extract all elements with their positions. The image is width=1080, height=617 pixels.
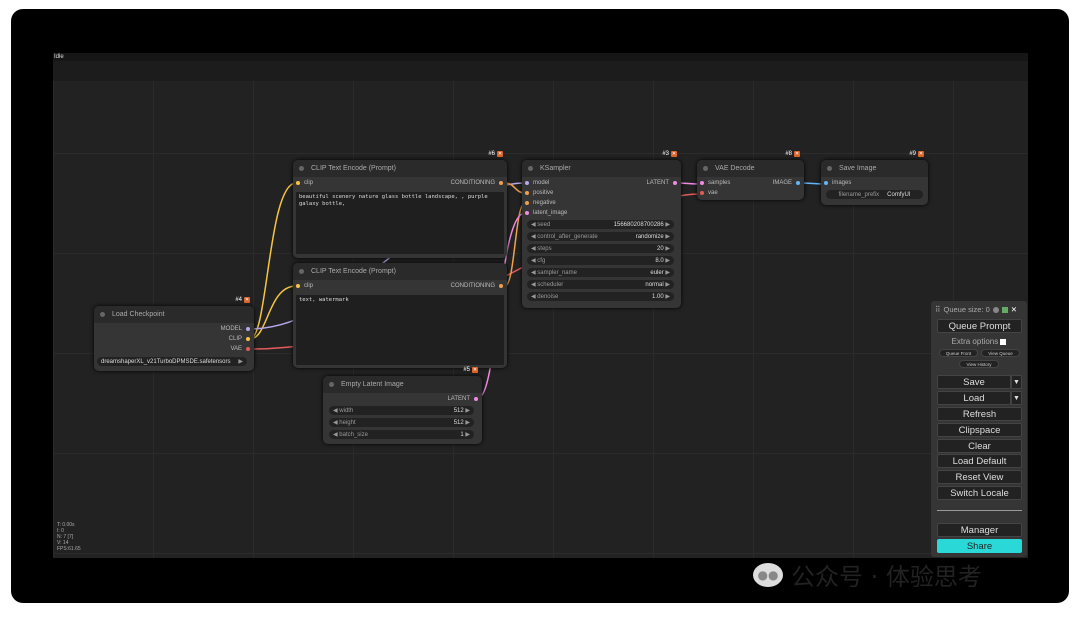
output-vae[interactable]: VAE <box>230 346 250 352</box>
node-id-badge: #8 ✕ <box>785 151 800 157</box>
widget-steps[interactable]: ◀ steps 20 ▶ <box>527 244 674 253</box>
input-positive[interactable]: positive <box>525 190 553 196</box>
node-ksampler[interactable]: #3 ✕ KSampler model positive negative lat… <box>522 151 681 308</box>
render-stats: T: 0.00s I: 0 N: 7 [7] V: 14 FPS:61.65 <box>57 522 81 552</box>
input-images[interactable]: images <box>824 180 851 186</box>
output-conditioning[interactable]: CONDITIONING <box>451 283 503 289</box>
input-clip[interactable]: clip <box>296 180 313 186</box>
extra-options-label: Extra options <box>951 337 999 346</box>
queue-size-label: Queue size: 0 <box>943 305 990 314</box>
node-clip-text-encode-negative[interactable]: CLIP Text Encode (Prompt) clip CONDITION… <box>293 263 507 368</box>
drag-handle-icon[interactable]: ⠿ <box>935 305 941 314</box>
prompt-textarea[interactable]: text, watermark <box>296 295 504 365</box>
watermark-text: 公众号 · 体验思考 <box>791 563 982 591</box>
switch-locale-button[interactable]: Switch Locale <box>937 486 1022 500</box>
share-button[interactable]: Share <box>937 539 1022 553</box>
output-model[interactable]: MODEL <box>221 326 250 332</box>
close-icon[interactable]: ✕ <box>1011 305 1017 314</box>
node-title: CLIP Text Encode (Prompt) <box>293 160 507 177</box>
save-dropdown-arrow[interactable]: ▼ <box>1011 375 1022 389</box>
node-save-image[interactable]: #9 ✕ Save Image images filename_prefix Com… <box>821 151 928 205</box>
refresh-button[interactable]: Refresh <box>937 407 1022 421</box>
image-feed-icon[interactable] <box>1001 306 1008 313</box>
comfy-menu: ⠿ Queue size: 0 ✕ Queue Prompt Extra opt… <box>931 301 1027 557</box>
load-dropdown-arrow[interactable]: ▼ <box>1011 391 1022 405</box>
node-title: Load Checkpoint <box>94 306 254 323</box>
node-title: Empty Latent Image <box>323 376 482 393</box>
input-samples[interactable]: samples <box>700 180 730 186</box>
wechat-logo-icon: ●● <box>753 562 783 587</box>
node-title: Save Image <box>821 160 928 177</box>
output-latent[interactable]: LATENT <box>447 396 478 402</box>
input-latent-image[interactable]: latent_image <box>525 210 567 216</box>
queue-size-row: ⠿ Queue size: 0 ✕ <box>935 305 1017 314</box>
clipspace-button[interactable]: Clipspace <box>937 423 1022 437</box>
input-clip[interactable]: clip <box>296 283 313 289</box>
input-vae[interactable]: vae <box>700 190 718 196</box>
widget-denoise[interactable]: ◀ denoise 1.00 ▶ <box>527 292 674 301</box>
node-title: CLIP Text Encode (Prompt) <box>293 263 507 280</box>
widget-cfg[interactable]: ◀ cfg 8.0 ▶ <box>527 256 674 265</box>
node-id-badge: #5 ✕ <box>463 367 478 373</box>
output-image[interactable]: IMAGE <box>773 180 800 186</box>
widget-filename-prefix[interactable]: filename_prefix ComfyUI <box>826 190 923 199</box>
graph-canvas[interactable]: Idle #6 ✕ CLIP Text Encode (Prompt) clip … <box>53 53 1028 558</box>
node-clip-text-encode-positive[interactable]: #6 ✕ CLIP Text Encode (Prompt) clip CONDI… <box>293 151 507 258</box>
output-clip[interactable]: CLIP <box>229 336 250 342</box>
clear-button[interactable]: Clear <box>937 439 1022 453</box>
output-conditioning[interactable]: CONDITIONING <box>451 180 503 186</box>
stat-line: FPS:61.65 <box>57 546 81 552</box>
widget-batch-size[interactable]: ◀ batch_size 1 ▶ <box>329 430 474 439</box>
queue-prompt-button[interactable]: Queue Prompt <box>937 319 1022 333</box>
view-queue-button[interactable]: View Queue <box>981 349 1020 357</box>
save-button[interactable]: Save <box>937 375 1011 389</box>
queue-front-button[interactable]: Queue Front <box>939 349 978 357</box>
manager-button[interactable]: Manager <box>937 523 1022 537</box>
node-id-badge: #4 ✕ <box>235 297 250 303</box>
menu-divider <box>937 510 1022 511</box>
node-id-badge: #6 ✕ <box>488 151 503 157</box>
input-model[interactable]: model <box>525 180 549 186</box>
output-latent[interactable]: LATENT <box>646 180 677 186</box>
view-history-button[interactable]: View History <box>959 360 999 368</box>
node-empty-latent-image[interactable]: #5 ✕ Empty Latent Image LATENT ◀ width 512… <box>323 367 482 444</box>
widget-width[interactable]: ◀ width 512 ▶ <box>329 406 474 415</box>
widget-height[interactable]: ◀ height 512 ▶ <box>329 418 474 427</box>
widget-control-after-generate[interactable]: ◀ control_after_generate randomize ▶ <box>527 232 674 241</box>
widget-ckpt-name[interactable]: dreamshaperXL_v21TurboDPMSDE.safetensors… <box>97 357 247 366</box>
watermark: ●● 公众号 · 体验思考 <box>753 557 982 592</box>
link-clip-1 <box>249 182 297 340</box>
load-button[interactable]: Load <box>937 391 1011 405</box>
node-load-checkpoint[interactable]: #4 ✕ Load Checkpoint MODEL CLIP VAE dream… <box>94 297 254 371</box>
node-vae-decode[interactable]: #8 ✕ VAE Decode samples vae IMAGE <box>697 151 804 200</box>
input-negative[interactable]: negative <box>525 200 556 206</box>
node-title: VAE Decode <box>697 160 804 177</box>
widget-sampler-name[interactable]: ◀ sampler_name euler ▶ <box>527 268 674 277</box>
extra-options-checkbox[interactable] <box>1000 338 1007 345</box>
reset-view-button[interactable]: Reset View <box>937 470 1022 484</box>
node-title: KSampler <box>522 160 681 177</box>
extra-options-row: Extra options <box>931 337 1027 346</box>
widget-seed[interactable]: ◀ seed 156680208700286 ▶ <box>527 220 674 229</box>
widget-scheduler[interactable]: ◀ scheduler normal ▶ <box>527 280 674 289</box>
settings-gear-icon[interactable] <box>992 306 999 313</box>
prompt-textarea[interactable]: beautiful scenery nature glass bottle la… <box>296 192 504 254</box>
node-id-badge: #3 ✕ <box>662 151 677 157</box>
node-id-badge: #9 ✕ <box>909 151 924 157</box>
load-default-button[interactable]: Load Default <box>937 454 1022 468</box>
